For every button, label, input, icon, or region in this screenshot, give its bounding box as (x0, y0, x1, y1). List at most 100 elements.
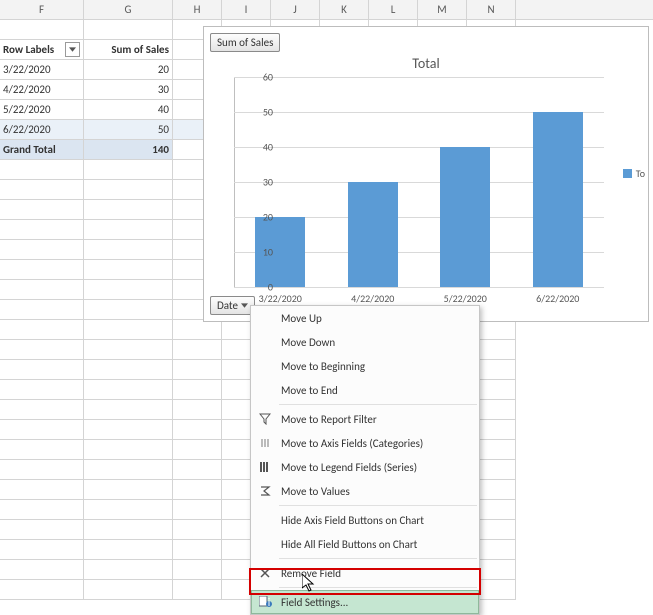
cell[interactable] (173, 440, 222, 460)
menu-hide-all-buttons[interactable]: Hide All Field Buttons on Chart (251, 532, 479, 556)
cell[interactable] (84, 440, 173, 460)
cell[interactable] (84, 220, 173, 240)
cell[interactable] (0, 400, 84, 420)
grand-total-value[interactable]: 140 (84, 140, 173, 160)
col-header-m[interactable]: M (418, 0, 467, 19)
cell[interactable] (84, 460, 173, 480)
cell[interactable] (84, 580, 173, 600)
menu-remove-field[interactable]: Remove Field (251, 561, 479, 585)
cell[interactable] (173, 340, 222, 360)
pivot-row-label[interactable]: 6/22/2020 (0, 120, 84, 140)
cell[interactable] (173, 520, 222, 540)
row-labels-header[interactable]: Row Labels (0, 40, 84, 60)
menu-field-settings[interactable]: iField Settings... (251, 590, 479, 614)
col-header-k[interactable]: K (320, 0, 369, 19)
cell[interactable] (84, 240, 173, 260)
cell[interactable] (0, 300, 84, 320)
cell[interactable] (173, 460, 222, 480)
cell[interactable] (173, 320, 222, 340)
cell[interactable] (0, 420, 84, 440)
cell[interactable] (0, 480, 84, 500)
cell[interactable] (84, 300, 173, 320)
pivot-chart[interactable]: Sum of Sales Total To Date 0102030405060… (203, 26, 649, 322)
legend-text: To (636, 167, 645, 180)
menu-values[interactable]: Move to Values (251, 479, 479, 503)
cell[interactable] (0, 160, 84, 180)
col-header-f[interactable]: F (0, 0, 84, 19)
cell[interactable] (173, 400, 222, 420)
cell[interactable] (0, 540, 84, 560)
cell[interactable] (0, 520, 84, 540)
cell[interactable] (84, 420, 173, 440)
cell[interactable] (84, 280, 173, 300)
menu-label: Move to Beginning (281, 360, 365, 373)
bar[interactable] (440, 147, 490, 287)
cell[interactable] (173, 560, 222, 580)
cell[interactable] (84, 560, 173, 580)
cell[interactable] (173, 580, 222, 600)
sum-sales-header[interactable]: Sum of Sales (84, 40, 173, 60)
cell[interactable] (0, 440, 84, 460)
cell[interactable] (173, 500, 222, 520)
col-header-l[interactable]: L (369, 0, 418, 19)
cell[interactable] (84, 200, 173, 220)
cell[interactable] (84, 340, 173, 360)
cell[interactable] (84, 180, 173, 200)
cell[interactable] (0, 360, 84, 380)
cell[interactable] (84, 360, 173, 380)
cell[interactable] (84, 480, 173, 500)
menu-separator (279, 404, 477, 405)
grand-total-label[interactable]: Grand Total (0, 140, 84, 160)
pivot-row-value[interactable]: 40 (84, 100, 173, 120)
cell[interactable] (0, 240, 84, 260)
cell[interactable] (84, 400, 173, 420)
field-button-values[interactable]: Sum of Sales (210, 33, 280, 52)
cell[interactable] (0, 180, 84, 200)
cell[interactable] (0, 340, 84, 360)
cell[interactable] (84, 160, 173, 180)
cell[interactable] (0, 280, 84, 300)
cell[interactable] (0, 560, 84, 580)
filter-dropdown-icon[interactable] (65, 42, 80, 57)
cell[interactable] (84, 320, 173, 340)
menu-report-filter[interactable]: Move to Report Filter (251, 407, 479, 431)
pivot-row-value[interactable]: 30 (84, 80, 173, 100)
col-header-n[interactable]: N (467, 0, 516, 19)
bar[interactable] (533, 112, 583, 287)
cell[interactable] (84, 520, 173, 540)
menu-label: Hide Axis Field Buttons on Chart (281, 514, 424, 527)
cell[interactable] (173, 540, 222, 560)
cell[interactable] (0, 580, 84, 600)
menu-legend-fields[interactable]: Move to Legend Fields (Series) (251, 455, 479, 479)
cell[interactable] (84, 260, 173, 280)
cell[interactable] (0, 380, 84, 400)
col-header-i[interactable]: I (222, 0, 271, 19)
cell[interactable] (0, 460, 84, 480)
cell[interactable] (173, 420, 222, 440)
cell[interactable] (0, 320, 84, 340)
cell[interactable] (84, 380, 173, 400)
y-tick-label: 60 (253, 71, 273, 84)
cell[interactable] (0, 220, 84, 240)
pivot-row-label[interactable]: 4/22/2020 (0, 80, 84, 100)
y-tick-label: 20 (253, 211, 273, 224)
cell[interactable] (0, 500, 84, 520)
cell[interactable] (173, 360, 222, 380)
pivot-row-value[interactable]: 50 (84, 120, 173, 140)
col-header-j[interactable]: J (271, 0, 320, 19)
sigma-icon (257, 483, 273, 499)
col-header-h[interactable]: H (173, 0, 222, 19)
funnel-icon (257, 411, 273, 427)
menu-hide-axis-buttons[interactable]: Hide Axis Field Buttons on Chart (251, 508, 479, 532)
cell[interactable] (173, 380, 222, 400)
pivot-row-label[interactable]: 5/22/2020 (0, 100, 84, 120)
cell[interactable] (0, 200, 84, 220)
col-header-g[interactable]: G (84, 0, 173, 19)
bar[interactable] (348, 182, 398, 287)
cell[interactable] (84, 500, 173, 520)
cell[interactable] (84, 540, 173, 560)
pivot-row-label[interactable]: 3/22/2020 (0, 60, 84, 80)
cell[interactable] (173, 480, 222, 500)
pivot-row-value[interactable]: 20 (84, 60, 173, 80)
cell[interactable] (0, 260, 84, 280)
